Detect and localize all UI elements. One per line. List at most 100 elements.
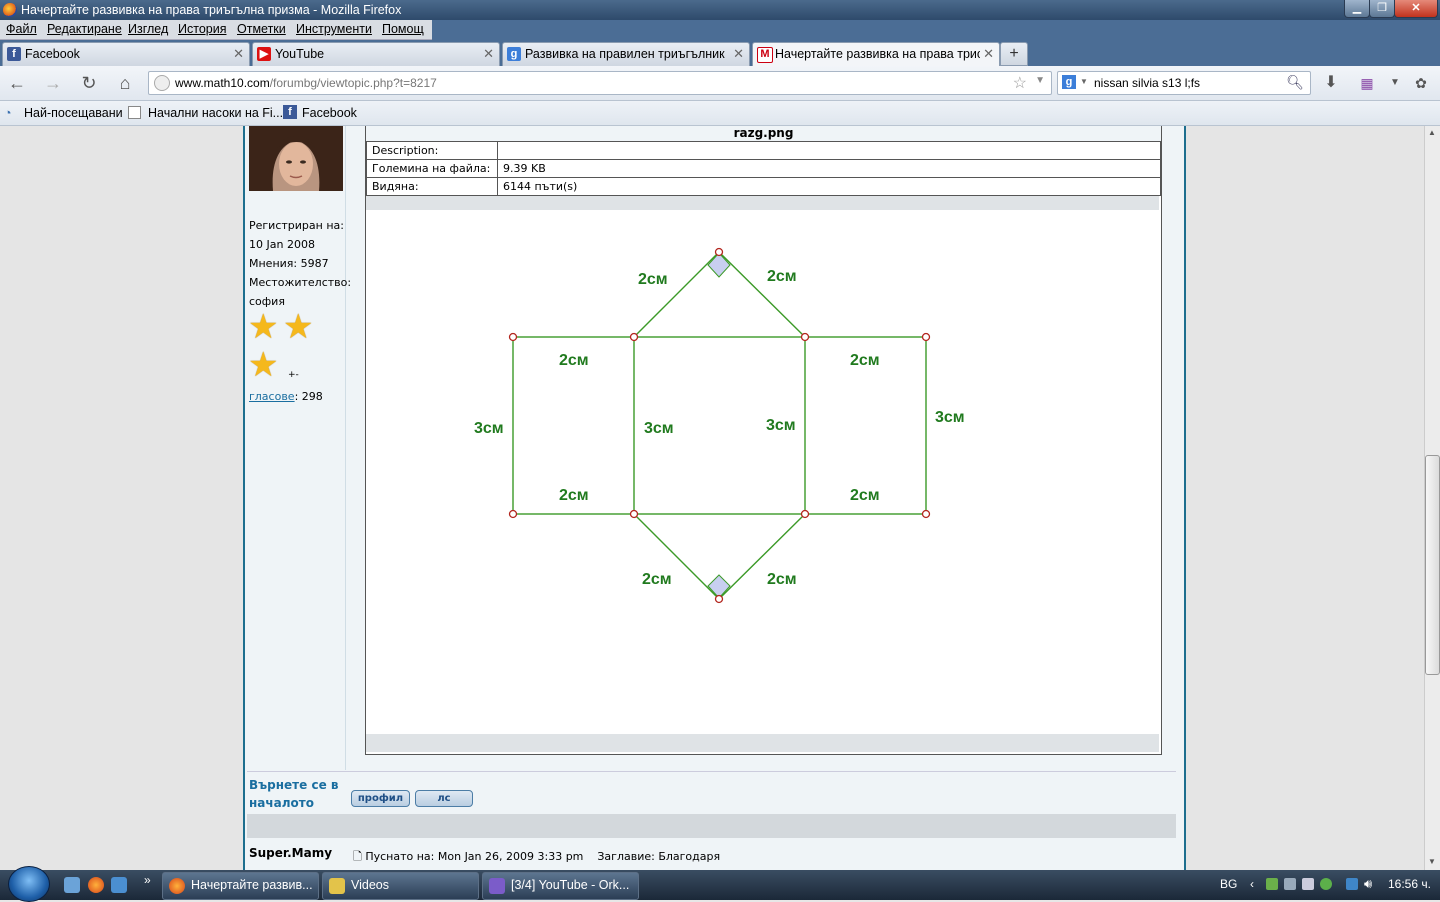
meta-label: Големина на файла: bbox=[366, 159, 498, 178]
volume-icon[interactable]: 🔊︎ bbox=[1364, 876, 1372, 892]
meta-label: Description: bbox=[366, 141, 498, 160]
tab-label: Facebook bbox=[25, 47, 80, 61]
download-icon[interactable]: ⬇ bbox=[1320, 72, 1342, 94]
page-icon bbox=[128, 106, 141, 119]
vertex-point bbox=[921, 332, 931, 342]
back-to-top-line1: Върнете се в bbox=[249, 778, 339, 792]
tray-app-icon[interactable] bbox=[1320, 878, 1332, 890]
address-bar[interactable]: www.math10.com/forumbg/viewtopic.php?t=8… bbox=[148, 71, 1052, 95]
location-value: софия bbox=[249, 295, 285, 308]
window-title: Начертайте развивка на права триъгълна п… bbox=[21, 3, 402, 17]
dimension-label: 3см bbox=[935, 409, 965, 426]
scroll-down-arrow-icon[interactable]: ▼ bbox=[1428, 857, 1436, 866]
url-dropdown-icon[interactable]: ▼ bbox=[1035, 75, 1045, 86]
menu-help[interactable]: Помощ bbox=[382, 22, 424, 36]
language-indicator[interactable]: BG bbox=[1220, 877, 1237, 891]
menu-edit[interactable]: Редактиране bbox=[47, 22, 122, 36]
new-tab-button[interactable]: + bbox=[1000, 42, 1028, 66]
vertex-point bbox=[800, 509, 810, 519]
facebook-icon: f bbox=[283, 105, 297, 119]
minimize-button[interactable]: ▁ bbox=[1344, 0, 1370, 18]
task-videos[interactable]: Videos bbox=[322, 872, 479, 900]
rank-star-icon: ★ bbox=[248, 308, 279, 346]
tray-app-icon[interactable] bbox=[1284, 878, 1296, 890]
dimension-label: 2см bbox=[638, 271, 668, 288]
tab-google[interactable]: g Развивка на правилен триъгълник ... ✕ bbox=[502, 42, 750, 66]
task-label: [3/4] YouTube - Ork... bbox=[511, 878, 630, 892]
google-search-engine-icon[interactable]: g bbox=[1062, 75, 1076, 89]
net-vertices bbox=[508, 247, 931, 604]
tray-expand-icon[interactable]: ‹ bbox=[1250, 877, 1254, 891]
addon-icon[interactable]: ✿ bbox=[1410, 72, 1432, 94]
search-query: nissan silvia s13 l;fs bbox=[1094, 76, 1201, 90]
bookmark-facebook[interactable]: Facebook bbox=[302, 106, 357, 120]
menu-background bbox=[432, 20, 1440, 40]
back-arrow-icon[interactable]: ← bbox=[6, 72, 28, 94]
system-tray: BG ‹ 🔊︎ 16:56 ч. bbox=[1210, 870, 1440, 900]
site-identity-icon[interactable] bbox=[154, 75, 170, 91]
tab-math10[interactable]: M Начертайте развивка на права трис... ✕ bbox=[752, 42, 1000, 66]
bookmark-most-visited[interactable]: Най-посещавани bbox=[24, 106, 123, 120]
maximize-button[interactable]: ❐ bbox=[1369, 0, 1395, 18]
network-icon[interactable] bbox=[1346, 878, 1358, 890]
explorer-icon[interactable] bbox=[111, 877, 127, 893]
close-window-button[interactable]: ✕ bbox=[1394, 0, 1438, 18]
bookmarks-toolbar: ◔ Най-посещавани Начални насоки на Fi...… bbox=[0, 101, 1440, 126]
tab-label: Начертайте развивка на права трис... bbox=[775, 47, 980, 61]
scroll-up-arrow-icon[interactable]: ▲ bbox=[1428, 128, 1436, 137]
firefox-icon[interactable] bbox=[88, 877, 104, 893]
menu-bookmarks[interactable]: Отметки bbox=[237, 22, 286, 36]
tab-close-icon[interactable]: ✕ bbox=[233, 46, 244, 62]
tab-facebook[interactable]: f Facebook ✕ bbox=[2, 42, 250, 66]
tab-close-icon[interactable]: ✕ bbox=[733, 46, 744, 62]
vote-plus-minus[interactable]: +- bbox=[288, 370, 299, 380]
vertex-point bbox=[508, 332, 518, 342]
tray-app-icon[interactable] bbox=[1302, 878, 1314, 890]
apps-grid-icon[interactable]: ▦ bbox=[1356, 72, 1378, 94]
bookmark-star-icon[interactable]: ☆ bbox=[1013, 73, 1027, 93]
right-angle-mark bbox=[707, 574, 731, 599]
private-message-button[interactable]: лс bbox=[415, 790, 473, 807]
quicklaunch-overflow-icon[interactable]: » bbox=[144, 873, 151, 887]
show-desktop-icon[interactable] bbox=[64, 877, 80, 893]
post-author[interactable]: Super.Mamy bbox=[249, 846, 332, 860]
menu-bar: Файл Редактиране Изглед История Отметки … bbox=[0, 20, 432, 40]
tray-app-icon[interactable] bbox=[1266, 878, 1278, 890]
menu-file[interactable]: Файл bbox=[6, 22, 37, 36]
menu-history[interactable]: История bbox=[178, 22, 226, 36]
home-icon[interactable]: ⌂ bbox=[114, 72, 136, 94]
pm-button-label: лс bbox=[437, 793, 451, 804]
task-media-player[interactable]: [3/4] YouTube - Ork... bbox=[482, 872, 639, 900]
menu-dropdown-icon[interactable]: ▼ bbox=[1384, 72, 1406, 94]
avatar[interactable] bbox=[249, 126, 343, 191]
task-firefox[interactable]: Начертайте развив... bbox=[162, 872, 319, 900]
folder-icon bbox=[329, 878, 345, 894]
profile-button[interactable]: профил bbox=[351, 790, 410, 807]
clock[interactable]: 16:56 ч. bbox=[1388, 877, 1431, 891]
search-bar[interactable]: g ▼ nissan silvia s13 l;fs 🔍︎ bbox=[1057, 71, 1311, 95]
search-icon[interactable]: 🔍︎ bbox=[1286, 74, 1304, 91]
reload-icon[interactable]: ↻ bbox=[78, 72, 100, 94]
votes-count: : 298 bbox=[294, 390, 323, 403]
right-angle-mark bbox=[707, 252, 731, 278]
url-host: www.math10.com bbox=[175, 76, 270, 90]
votes-link[interactable]: гласове bbox=[249, 390, 295, 403]
menu-tools[interactable]: Инструменти bbox=[296, 22, 372, 36]
tab-close-icon[interactable]: ✕ bbox=[483, 46, 494, 62]
scrollbar-thumb[interactable] bbox=[1425, 455, 1440, 675]
location-label: Местожителство: bbox=[249, 276, 352, 289]
firefox-icon bbox=[169, 878, 185, 894]
engine-dropdown-icon[interactable]: ▼ bbox=[1080, 77, 1088, 86]
forward-arrow-icon[interactable]: → bbox=[42, 72, 64, 94]
post-count: Мнения: 5987 bbox=[249, 257, 329, 270]
start-button[interactable] bbox=[8, 866, 50, 902]
tab-youtube[interactable]: ▶ YouTube ✕ bbox=[252, 42, 500, 66]
facebook-icon: f bbox=[7, 47, 21, 61]
vertex-point bbox=[629, 509, 639, 519]
menu-view[interactable]: Изглед bbox=[128, 22, 168, 36]
prism-net-image[interactable]: 2см 2см 2см 2см 2см 2см 2см 2см 3см 3см … bbox=[367, 211, 1158, 733]
tab-close-icon[interactable]: ✕ bbox=[983, 46, 994, 62]
net-lines bbox=[512, 251, 927, 600]
back-to-top-link[interactable]: Върнете се в началото bbox=[249, 776, 338, 812]
bookmark-getting-started[interactable]: Начални насоки на Fi... bbox=[148, 106, 283, 120]
